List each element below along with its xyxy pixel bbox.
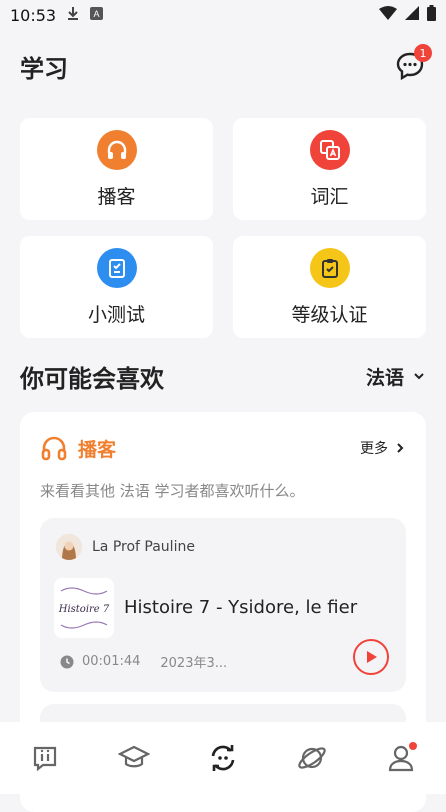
info-card-icon (33, 746, 56, 772)
episode-author: La Prof Pauline (56, 534, 195, 560)
tab-explore[interactable] (290, 736, 334, 780)
translate-icon (309, 129, 350, 170)
tab-profile[interactable] (379, 736, 423, 780)
episode-duration: 00:01:44 (82, 654, 141, 669)
tab-exchange[interactable] (201, 736, 245, 780)
quiz-icon (96, 247, 137, 288)
tile-label: 等级认证 (291, 303, 368, 326)
chevron-right-icon (397, 443, 404, 453)
feature-grid: 播客 词汇 小测试 等级认证 (20, 118, 426, 338)
episode-date: 2023年3... (160, 656, 228, 671)
author-name: La Prof Pauline (92, 539, 195, 555)
battery-icon (427, 5, 436, 25)
episode-thumbnail: Histoire 7 (54, 578, 114, 638)
status-bar: 10:53 A (0, 0, 446, 30)
clipboard-check-icon (309, 247, 350, 288)
download-icon (66, 6, 80, 24)
recommend-header: 你可能会喜欢 法语 (20, 356, 426, 396)
card-title-text: 播客 (78, 438, 117, 461)
app-notification-icon: A (90, 6, 104, 24)
episode-item[interactable]: La Prof Pauline Histoire 7 Histoire 7 - … (40, 518, 406, 692)
play-button[interactable] (353, 639, 389, 675)
tile-podcast[interactable]: 播客 (20, 118, 213, 220)
avatar (56, 534, 82, 560)
more-link[interactable]: 更多 (360, 438, 406, 458)
tile-level-certification[interactable]: 等级认证 (233, 236, 426, 338)
messages-button[interactable]: 1 (394, 44, 432, 82)
play-icon (367, 651, 377, 663)
bottom-tab-bar (0, 722, 446, 794)
card-title: 播客 (40, 434, 116, 462)
section-title: 你可能会喜欢 (20, 364, 164, 393)
episode-meta: 00:01:44 2023年3... (60, 652, 227, 671)
episode-title: Histoire 7 - Ysidore, le fier (124, 597, 358, 618)
wifi-icon (379, 6, 397, 24)
headphones-icon (96, 129, 137, 170)
tile-quiz[interactable]: 小测试 (20, 236, 213, 338)
headphones-icon (41, 436, 67, 461)
language-dropdown[interactable]: 法语 (366, 363, 426, 390)
status-time: 10:53 (10, 5, 57, 25)
exchange-icon (211, 745, 235, 771)
tile-label: 播客 (97, 185, 136, 208)
tab-learn[interactable] (112, 736, 156, 780)
language-label: 法语 (365, 366, 404, 389)
more-label: 更多 (360, 441, 388, 457)
thumbnail-text: Histoire 7 (58, 604, 110, 615)
tile-label: 小测试 (87, 303, 145, 326)
graduation-cap-icon (117, 745, 150, 768)
planet-icon (298, 747, 326, 769)
page-header: 学习 1 (20, 44, 432, 88)
card-description: 来看看其他 法语 学习者都喜欢听什么。 (40, 482, 305, 500)
card-header: 播客 更多 (40, 432, 406, 464)
chevron-down-icon (414, 373, 424, 380)
tile-vocabulary[interactable]: 词汇 (233, 118, 426, 220)
signal-icon (405, 6, 419, 24)
messages-badge: 1 (414, 44, 432, 62)
tile-label: 词汇 (310, 185, 349, 208)
page-title: 学习 (20, 54, 68, 83)
tab-info[interactable] (23, 736, 67, 780)
svg-text:A: A (94, 9, 100, 19)
clock-icon (60, 655, 74, 668)
